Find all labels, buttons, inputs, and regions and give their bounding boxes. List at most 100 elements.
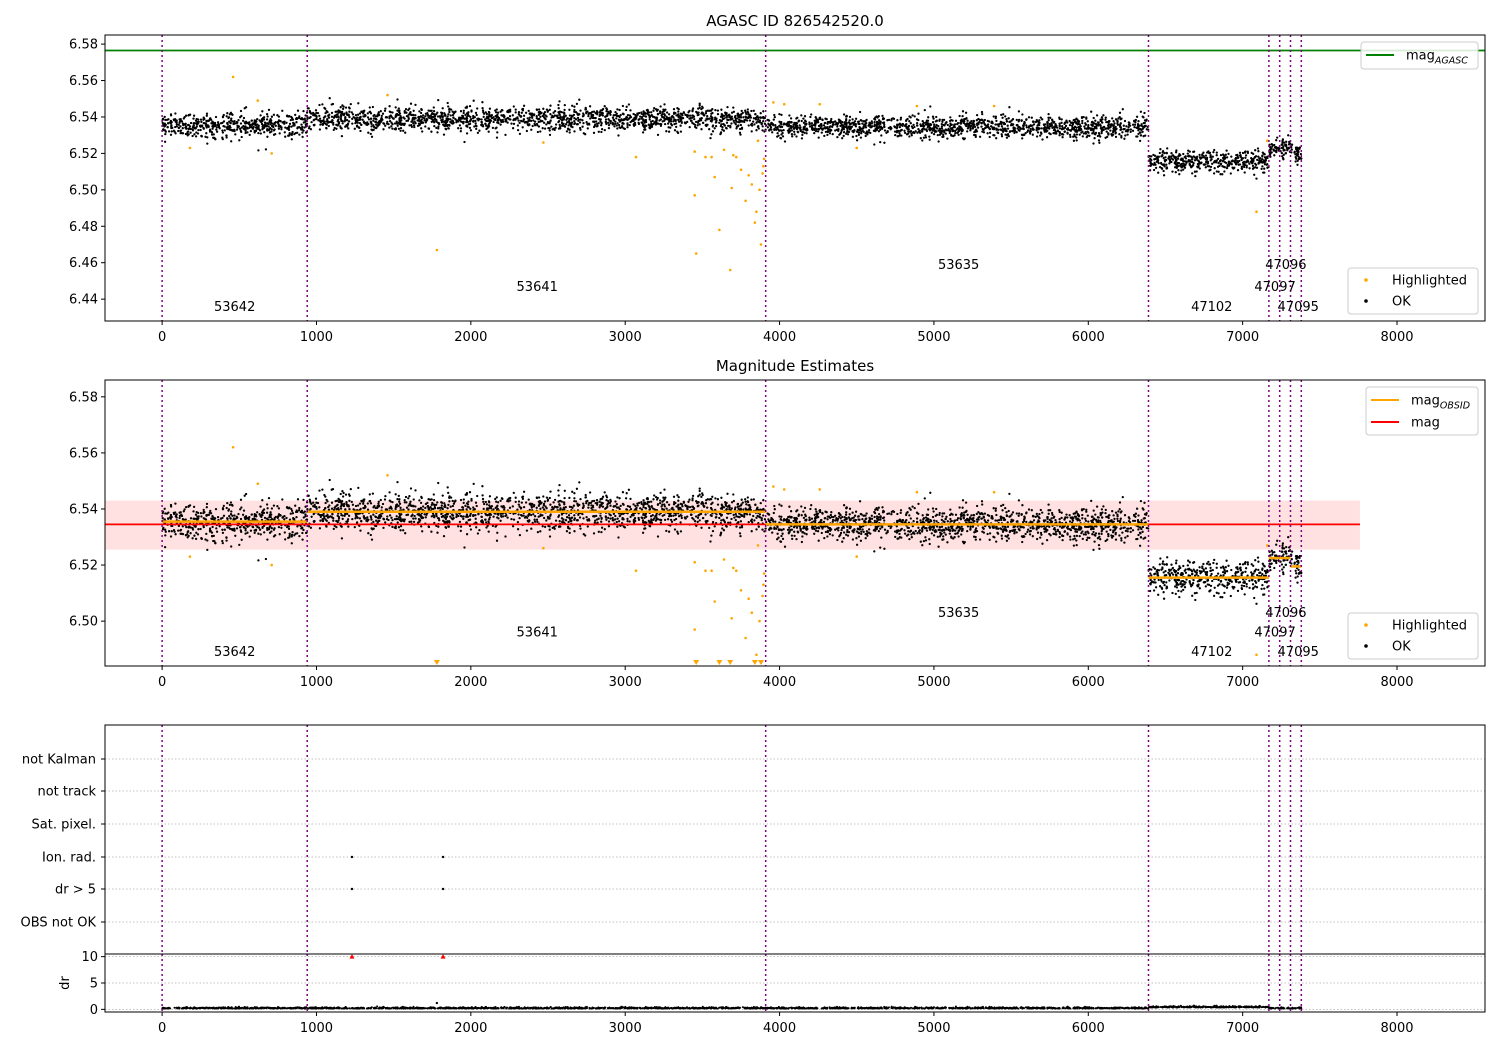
agasc-data-point (986, 125, 989, 128)
estimates-data-point (230, 510, 233, 513)
estimates-data-point (221, 516, 224, 520)
agasc-data-point (705, 110, 708, 113)
agasc-data-point (740, 126, 744, 129)
estimates-data-point (448, 500, 451, 503)
estimates-data-point (222, 514, 226, 517)
agasc-data-point (302, 118, 305, 121)
agasc-data-point (340, 110, 344, 114)
agasc-data-point (1165, 163, 1168, 166)
estimates-data-point (539, 507, 542, 510)
agasc-data-point (206, 119, 210, 122)
agasc-data-point (797, 120, 800, 123)
agasc-data-point (332, 128, 335, 132)
agasc-data-point (944, 132, 947, 135)
agasc-data-point (163, 140, 167, 143)
agasc-data-point (732, 106, 735, 109)
agasc-data-point (922, 136, 926, 139)
agasc-data-point (256, 117, 259, 121)
estimates-data-point (256, 511, 259, 514)
agasc-data-point (851, 130, 854, 133)
agasc-data-point (881, 114, 884, 118)
agasc-data-point (1073, 135, 1076, 138)
agasc-data-point (1055, 132, 1058, 135)
agasc-data-point (340, 134, 344, 138)
agasc-data-point (1091, 124, 1094, 127)
agasc-data-point (755, 129, 758, 132)
agasc-data-point (369, 112, 373, 115)
agasc-data-point (966, 119, 969, 122)
agasc-data-point (1188, 159, 1192, 162)
agasc-data-point (459, 127, 463, 130)
agasc-data-point (1058, 127, 1062, 130)
agasc-data-point (322, 116, 326, 119)
agasc-data-point (294, 113, 297, 117)
agasc-data-point (1128, 124, 1132, 127)
agasc-data-point (462, 111, 465, 115)
agasc-data-point (302, 129, 305, 132)
agasc-data-point (917, 128, 920, 131)
agasc-data-point (558, 110, 562, 113)
agasc-data-point (982, 121, 985, 124)
agasc-data-point (1002, 113, 1005, 116)
agasc-data-point (1161, 149, 1165, 153)
agasc-data-point (549, 104, 552, 107)
agasc-data-point (906, 128, 909, 131)
estimates-data-point (186, 530, 189, 534)
agasc-data-point (981, 112, 984, 116)
agasc-data-point (873, 121, 876, 124)
agasc-data-point (647, 113, 650, 117)
agasc-data-point (1093, 137, 1096, 140)
agasc-data-point (1097, 131, 1101, 135)
agasc-data-point (369, 120, 372, 123)
agasc-data-point (592, 120, 595, 123)
agasc-data-point (1099, 126, 1103, 130)
agasc-data-point (487, 123, 490, 127)
agasc-data-point (746, 111, 750, 114)
agasc-data-point (447, 127, 450, 130)
agasc-data-point (266, 135, 269, 138)
agasc-data-point (937, 124, 940, 128)
agasc-data-point (351, 113, 355, 116)
agasc-data-point (550, 116, 553, 119)
agasc-data-point (1015, 124, 1018, 127)
agasc-data-point (710, 109, 713, 112)
agasc-data-point (1139, 110, 1143, 113)
agasc-highlight-point (704, 155, 707, 159)
agasc-frame (104, 34, 1486, 322)
agasc-data-point (783, 140, 787, 143)
estimates-data-point (221, 541, 224, 545)
agasc-data-point (318, 103, 321, 107)
agasc-data-point (1106, 135, 1109, 139)
agasc-data-point (855, 139, 859, 142)
estimates-data-point (239, 508, 242, 511)
agasc-data-point (558, 100, 561, 103)
agasc-data-point (665, 130, 668, 133)
estimates-data-point (262, 511, 266, 515)
agasc-data-point (728, 114, 731, 118)
agasc-data-point (697, 113, 700, 116)
estimates-data-point (572, 504, 576, 507)
agasc-data-point (747, 124, 750, 127)
agasc-data-point (612, 118, 615, 121)
agasc-data-point (411, 113, 415, 117)
agasc-data-point (208, 118, 211, 121)
agasc-data-point (440, 113, 443, 116)
agasc-data-point (480, 118, 483, 121)
agasc-data-point (353, 127, 356, 130)
agasc-ytick-label: 6.50 (69, 183, 98, 198)
agasc-data-point (195, 123, 199, 126)
agasc-data-point (545, 123, 548, 126)
agasc-data-point (701, 105, 704, 108)
agasc-data-point (222, 120, 226, 123)
agasc-data-point (419, 115, 423, 118)
agasc-data-point (446, 101, 449, 105)
agasc-data-point (179, 129, 182, 133)
estimates-data-point (520, 501, 523, 504)
agasc-data-point (494, 109, 497, 112)
agasc-data-point (328, 113, 331, 116)
agasc-data-point (544, 114, 547, 117)
agasc-data-point (451, 110, 454, 113)
agasc-data-point (192, 117, 195, 120)
agasc-data-point (1119, 118, 1122, 121)
agasc-data-point (1092, 116, 1095, 120)
